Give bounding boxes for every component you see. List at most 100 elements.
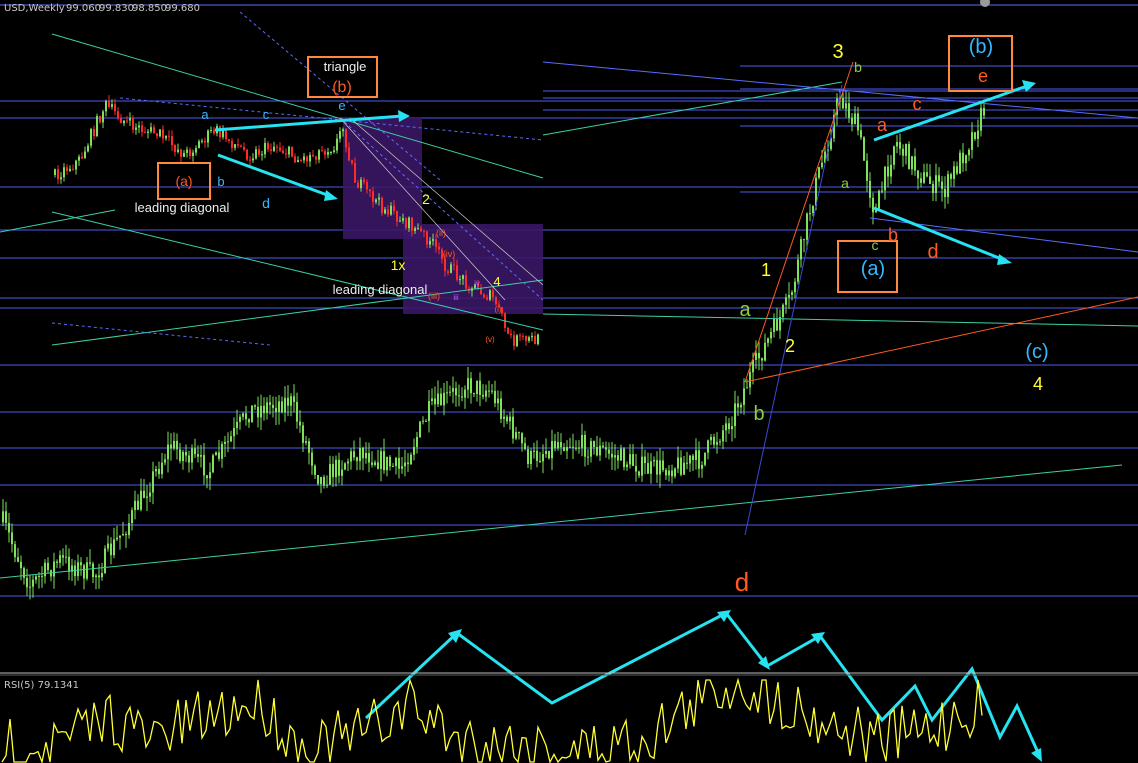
candle-body [893, 146, 895, 165]
inset-candle-body [135, 127, 137, 130]
inset-candle-body [153, 127, 155, 134]
candle-body [380, 451, 382, 469]
candle-body [194, 448, 196, 455]
candle-body [128, 523, 130, 536]
candle-body [980, 107, 982, 131]
inset-candle-body [345, 129, 347, 148]
wave-label-inset: (b) [332, 79, 352, 96]
inset-candle-body [240, 145, 242, 147]
inset-candle-body [444, 258, 446, 272]
candle-body [272, 404, 274, 408]
candle-body [812, 205, 814, 214]
candle-body [938, 175, 940, 182]
candle-body [449, 391, 451, 393]
candle-body [59, 555, 61, 563]
inset-candle-body [276, 146, 278, 148]
inset-candle-body [339, 131, 341, 139]
inset-candle-body [66, 167, 68, 171]
wave-label-inset: (v) [485, 335, 495, 344]
candle-body [170, 444, 172, 449]
candle-body [230, 436, 232, 442]
inset-candle-body [507, 327, 509, 334]
inset-candle-body [57, 169, 59, 180]
candle-body [302, 425, 304, 443]
candle-body [350, 451, 352, 462]
candle-body [689, 455, 691, 464]
inset-candle-body [99, 116, 101, 123]
candle-body [452, 388, 454, 392]
inset-candle-body [306, 156, 308, 162]
inset-candle-body [420, 228, 422, 232]
candle-body [143, 490, 145, 498]
inset-candle-body [183, 152, 185, 157]
candle-body [233, 428, 235, 437]
inset-candle-body [321, 150, 323, 152]
inset-candle-body [198, 141, 200, 149]
chart-background [0, 0, 1138, 763]
candle-body [98, 575, 100, 578]
wave-label-main: 1 [761, 260, 771, 280]
inset-candle-body [447, 271, 449, 273]
candle-body [854, 113, 856, 125]
candle-body [446, 392, 448, 394]
inset-candle-body [174, 145, 176, 152]
inset-candle-body [120, 118, 122, 124]
candle-body [509, 416, 511, 422]
candle-body [8, 522, 10, 533]
candle-body [20, 561, 22, 569]
candle-body [476, 380, 478, 395]
candle-body [920, 178, 922, 183]
candle-body [470, 378, 472, 394]
candle-body [137, 500, 139, 510]
candle-body [176, 440, 178, 450]
inset-candle-body [408, 217, 410, 229]
inset-candle-body [360, 179, 362, 189]
inset-candle-body [291, 146, 293, 157]
inset-candle-body [258, 149, 260, 155]
inset-candle-body [222, 130, 224, 138]
inset-candle-body [384, 209, 386, 214]
candle-body [863, 137, 865, 161]
inset-candle-body [177, 149, 179, 152]
candle-body [410, 454, 412, 465]
inset-candle-body [294, 156, 296, 163]
candle-body [428, 401, 430, 422]
candle-body [887, 166, 889, 177]
candle-body [590, 441, 592, 457]
candle-body [431, 398, 433, 402]
wave-label-inset: triangle [324, 59, 367, 74]
inset-candle-body [237, 144, 239, 146]
inset-candle-body [450, 264, 452, 273]
candle-body [707, 440, 709, 453]
candle-body [560, 442, 562, 448]
candle-body [884, 166, 886, 191]
candle-body [32, 579, 34, 587]
candle-body [767, 338, 769, 343]
candle-body [245, 413, 247, 420]
candle-body [593, 441, 595, 448]
wave-label-inset: (a) [175, 173, 192, 189]
inset-candle-body [405, 218, 407, 229]
wave-label-inset: (iii) [428, 291, 440, 301]
candle-body [542, 454, 544, 462]
inset-candle-body [117, 111, 119, 119]
wave-label-main: a [739, 299, 751, 321]
candle-body [626, 464, 628, 468]
candle-body [314, 465, 316, 475]
candle-body [611, 453, 613, 458]
candle-body [104, 548, 106, 573]
candle-body [533, 450, 535, 452]
candle-body [605, 447, 607, 450]
candle-body [191, 448, 193, 463]
candle-body [239, 416, 241, 422]
inset-candle-body [138, 125, 140, 128]
candle-body [41, 575, 43, 577]
inset-candle-body [423, 231, 425, 233]
inset-candle-body [495, 297, 497, 305]
candle-body [512, 416, 514, 439]
candle-body [293, 396, 295, 402]
inset-candle-body [537, 334, 539, 345]
inset-candle-body [78, 156, 80, 161]
inset-candle-body [204, 140, 206, 143]
candle-body [83, 565, 85, 579]
